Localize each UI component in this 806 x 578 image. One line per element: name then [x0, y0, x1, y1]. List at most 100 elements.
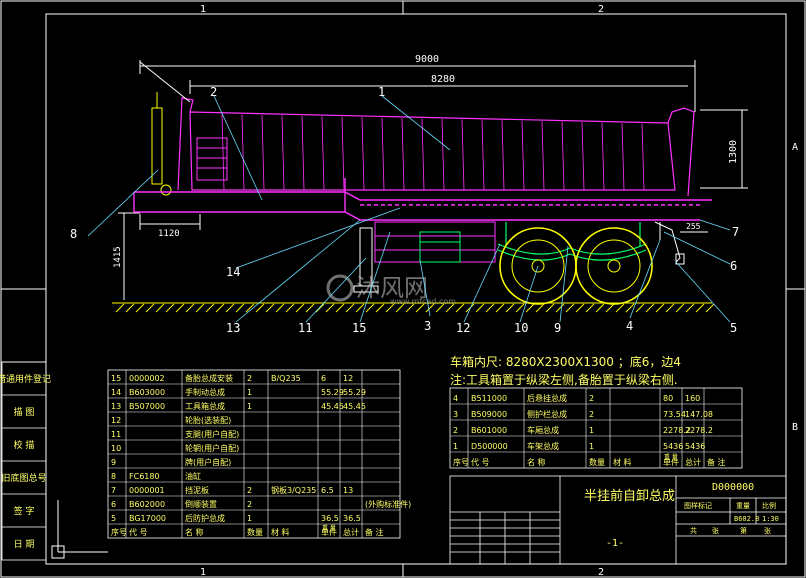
dim-255: 255 — [686, 222, 701, 231]
tb-cell-weight: 重量 — [736, 502, 750, 510]
callout-1: 1 — [378, 85, 385, 99]
bom-cell: B603000 — [129, 388, 165, 397]
bom-cell: 车厢总成 — [527, 425, 559, 435]
tb-cell-scale-value: 1:30 — [762, 515, 779, 523]
dim-1300: 1300 — [728, 140, 739, 164]
bom-cell: B509000 — [471, 410, 507, 419]
bom-cell: 0000001 — [129, 486, 165, 495]
bom-cell: 后防护总成 — [185, 513, 225, 523]
tb-cell-weight-value: B602.8 — [734, 515, 759, 523]
dim-8280: 8280 — [431, 74, 455, 85]
bom-cell: 1 — [247, 402, 252, 411]
bom-cell: 手制动总成 — [185, 387, 225, 397]
bom-cell: 3 — [453, 410, 458, 419]
bom-cell: 工具箱总成 — [185, 401, 225, 411]
bom-cell: 45.45 — [343, 402, 366, 411]
bom-header-cell: 序号 — [453, 457, 469, 467]
callout-14: 14 — [226, 265, 240, 279]
left-title-column: 借通用件登记描 图校 描旧底图总号签 字日 期 — [0, 361, 51, 561]
bom-cell: B/Q235 — [271, 374, 301, 383]
bom-cell: 车架总成 — [527, 441, 559, 451]
zone-label-right-b: B — [792, 422, 798, 433]
tb-cell-no: 第 — [740, 526, 747, 535]
bom-cell: B511000 — [471, 394, 507, 403]
bom-header-cell: 备 注 — [365, 527, 384, 537]
bom-cell: FC6180 — [129, 472, 160, 481]
bom-cell: 2 — [589, 410, 594, 419]
cad-drawing-canvas: 1 2 1 2 A B 9000 8280 1300 1120 1415 255… — [0, 0, 806, 578]
note-toolbox-position: 注:工具箱置于纵梁左侧,备胎置于纵梁右侧. — [450, 372, 678, 387]
hydraulic-cylinder — [151, 92, 172, 196]
note-box-dimensions: 车箱内尺: 8280X2300X1300 ；底6，边4 — [450, 354, 681, 369]
bom-cell: 备胎总成安装 — [185, 373, 233, 383]
bom-header-cell: 备 注 — [707, 457, 726, 467]
tb-cell-sheet: 张 — [764, 526, 771, 535]
bom-cell: 45.45 — [321, 402, 344, 411]
bom-cell: BG17000 — [129, 514, 166, 523]
bom-cell: 4 — [453, 394, 458, 403]
left-column-label: 旧底图总号 — [1, 472, 46, 484]
bom-header-cell: 名 称 — [185, 527, 204, 537]
bom-cell: 55.29 — [321, 388, 344, 397]
bom-header-cell: 代 号 — [129, 527, 148, 537]
bom-cell: 支腿(用户自配) — [185, 429, 239, 439]
bom-cell: 5 — [111, 514, 116, 523]
bom-cell: 13 — [111, 402, 121, 411]
dim-1120: 1120 — [158, 229, 180, 239]
bom-cell: 1 — [589, 442, 594, 451]
rear-protection — [654, 221, 685, 265]
callout-13: 13 — [226, 321, 240, 335]
bom-cell: 36.5 — [343, 514, 361, 523]
bom-header-cell: 材 料 — [271, 527, 290, 537]
drawing-name: 半挂前自卸总成 — [584, 488, 675, 504]
callout-2: 2 — [210, 85, 217, 99]
bom-cell: 160 — [685, 394, 700, 403]
bom-header-cell: 名 称 — [527, 457, 546, 467]
dim-9000: 9000 — [415, 54, 439, 65]
bom-cell: 轮辋(用户自配) — [185, 443, 239, 453]
bom-cell: 9 — [111, 458, 116, 467]
dim-1415: 1415 — [113, 246, 123, 268]
callout-7: 7 — [732, 225, 739, 239]
tb-cell-mark: 图样标记 — [684, 501, 712, 510]
zone-label-top-1: 1 — [200, 4, 206, 15]
left-column-label: 借通用件登记 — [0, 373, 51, 385]
callout-10: 10 — [514, 321, 528, 335]
bom-cell: 2 — [247, 500, 252, 509]
bom-cell: 147.08 — [685, 410, 713, 419]
tb-cell-scale: 比例 — [762, 501, 776, 510]
bom-cell: 10 — [111, 444, 121, 453]
bom-cell: 7 — [111, 486, 116, 495]
bom-cell: 14 — [111, 388, 121, 397]
bom-cell: 倒顺装置 — [185, 499, 217, 509]
zone-label-bottom-1: 1 — [200, 567, 206, 578]
bom-cell: 36.5 — [321, 514, 339, 523]
bom-cell: 挡泥板 — [185, 485, 209, 495]
watermark-sub: www.mfcad.com — [390, 297, 456, 306]
bom-cell: 6 — [111, 500, 116, 509]
bom-header-cell: 代 号 — [471, 457, 490, 467]
left-column-label: 描 图 — [14, 406, 35, 418]
bom-table-left: 15 0000002 备胎总成安装 2 B/Q235 6 1214 B603000 手制动总成 1… — [107, 369, 411, 539]
callout-3: 3 — [424, 319, 431, 333]
zone-label-top-2: 2 — [598, 4, 604, 15]
callout-11: 11 — [298, 321, 312, 335]
bom-header-cell: 材 料 — [613, 457, 632, 467]
bom-cell: 2 — [589, 394, 594, 403]
dimension-front-overhang: 1120 — [139, 214, 201, 239]
dump-box — [177, 97, 695, 197]
bom-cell: 13 — [343, 486, 353, 495]
bom-cell: (外购标准件) — [365, 499, 411, 509]
bom-header-cell: 数量 — [247, 527, 263, 537]
bom-cell: 1 — [247, 514, 252, 523]
left-column-label: 校 描 — [14, 439, 35, 451]
bom-cell: 2 — [247, 374, 252, 383]
bom-header-cell: 数量 — [589, 457, 605, 467]
bom-cell: 1 — [589, 426, 594, 435]
bom-cell: 5436 — [663, 442, 683, 451]
sheet-number: -1- — [606, 538, 624, 549]
tb-cell-total: 共 — [690, 526, 697, 535]
callout-12: 12 — [456, 321, 470, 335]
bom-cell: 73.54 — [663, 410, 686, 419]
callout-9: 9 — [554, 321, 561, 335]
